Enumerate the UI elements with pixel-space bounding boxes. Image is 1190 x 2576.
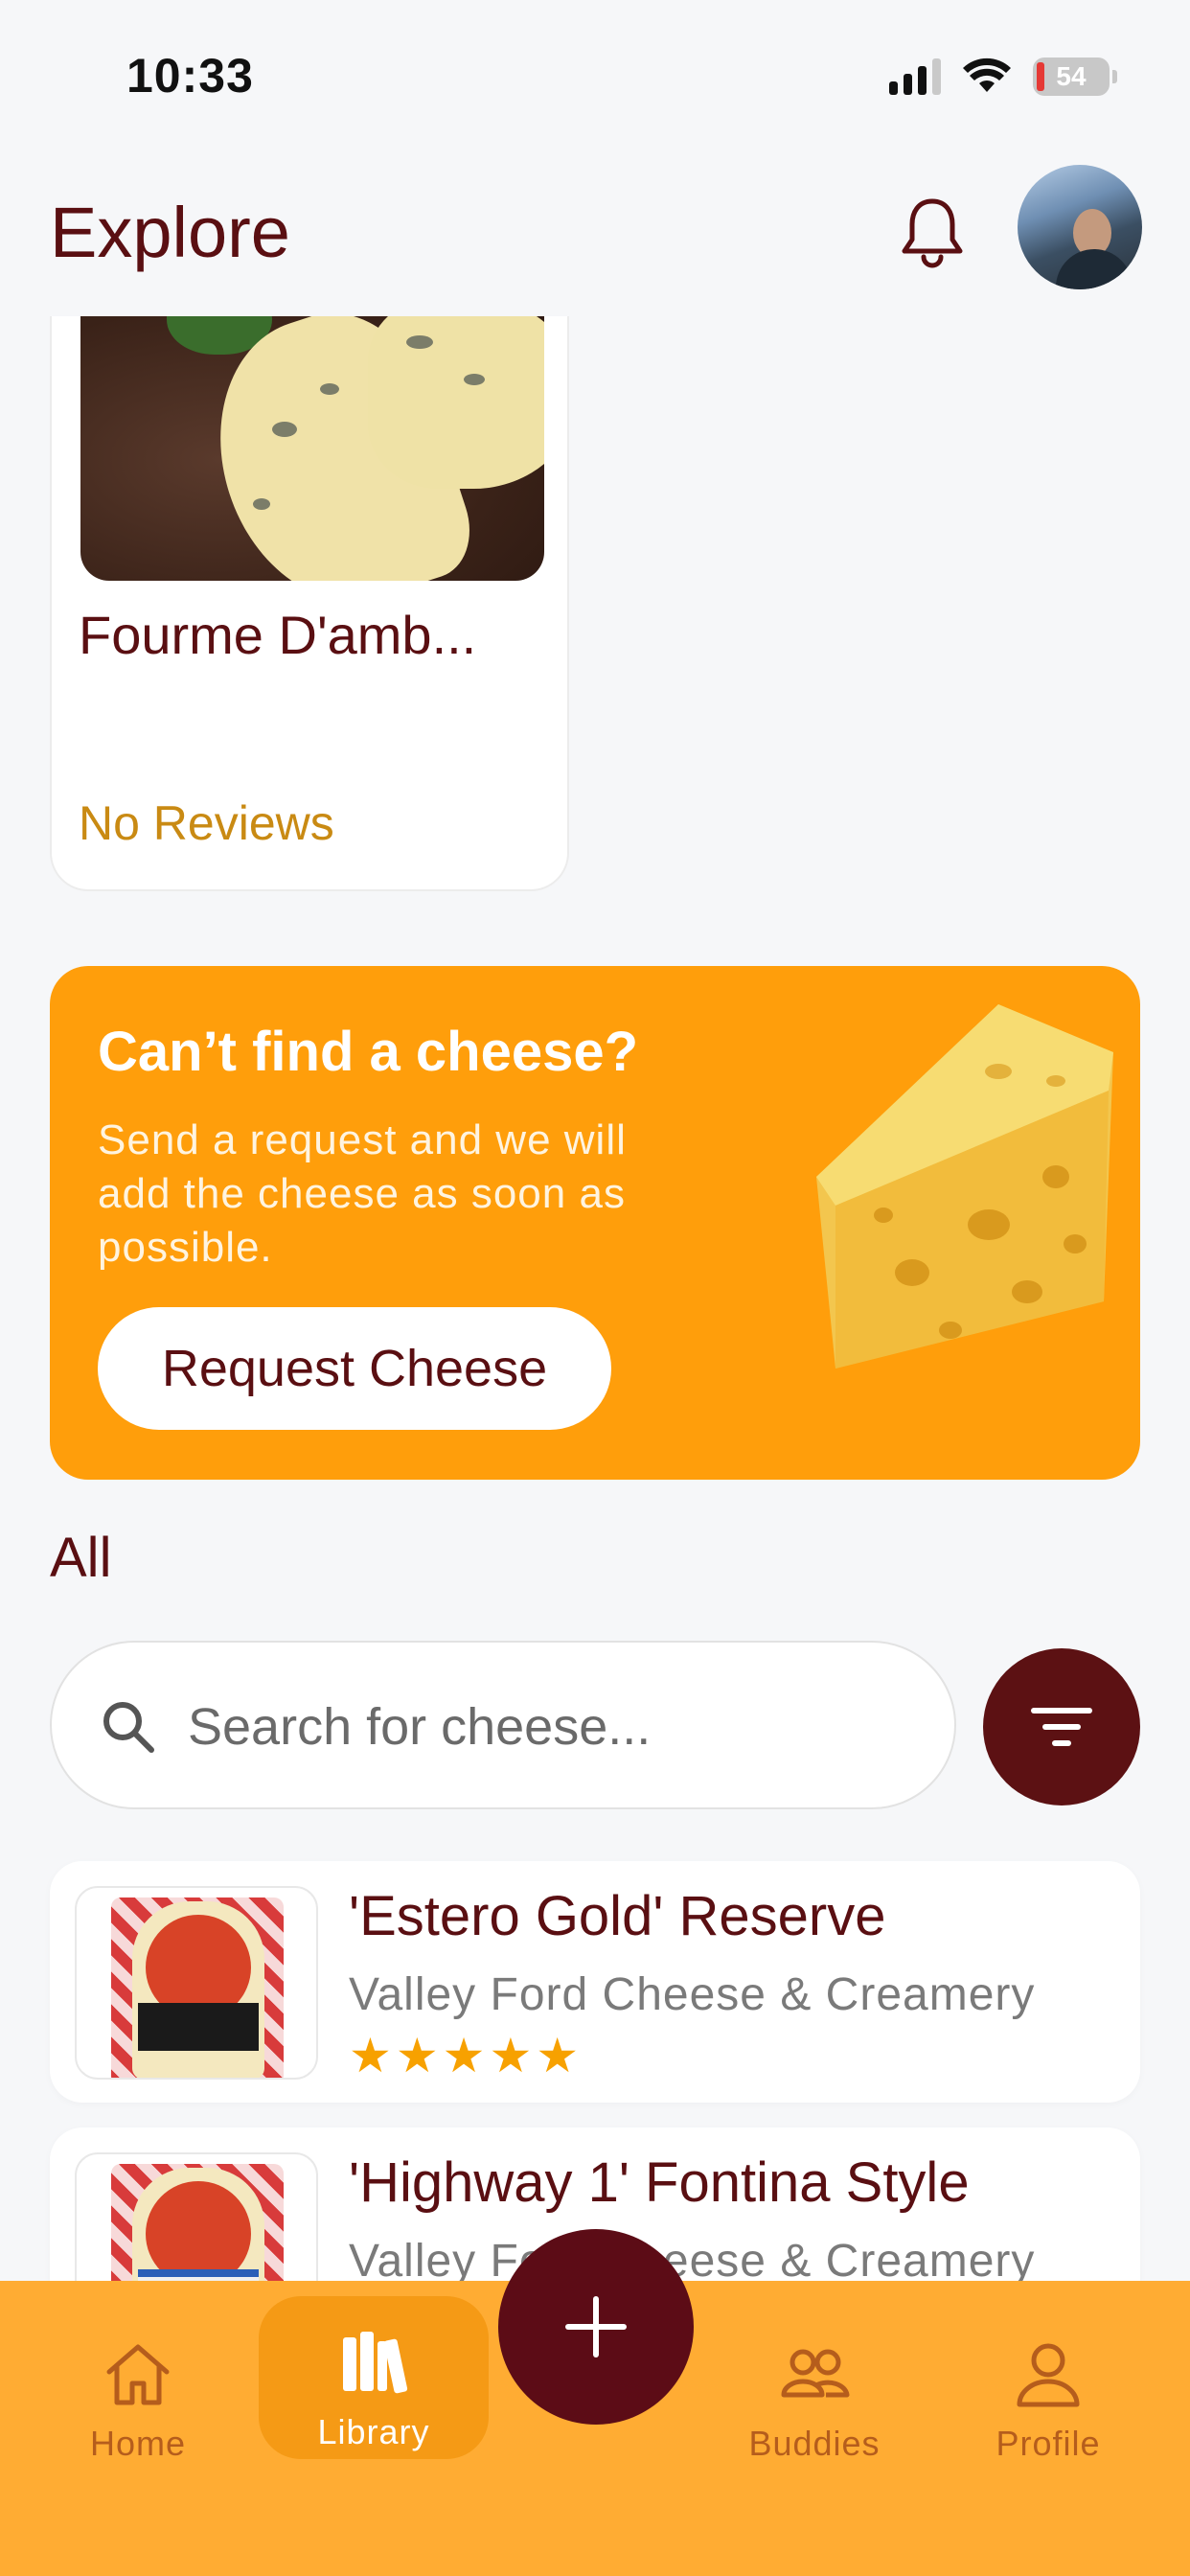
search-icon: [103, 1702, 154, 1753]
battery-level: 54: [1056, 61, 1087, 91]
list-item[interactable]: 'Estero Gold' Reserve Valley Ford Cheese…: [50, 1861, 1140, 2103]
filter-button[interactable]: [983, 1648, 1140, 1806]
cheese-thumbnail: [75, 2152, 318, 2281]
profile-icon: [1017, 2343, 1080, 2407]
cheese-maker: Valley Ford Cheese & Creamery: [349, 2236, 1036, 2281]
request-cheese-banner: Can’t find a cheese? Send a request and …: [50, 966, 1140, 1480]
cheese-maker: Valley Ford Cheese & Creamery: [349, 1969, 1036, 2020]
cellular-signal-icon: [889, 58, 941, 95]
cheese-name: 'Highway 1' Fontina Style: [349, 2151, 970, 2214]
nav-library-label: Library: [317, 2412, 430, 2451]
promo-title: Can’t find a cheese?: [98, 1021, 639, 1083]
section-title: All: [50, 1527, 112, 1589]
status-time: 10:33: [126, 49, 254, 103]
request-cheese-button[interactable]: Request Cheese: [98, 1307, 611, 1430]
home-icon: [106, 2344, 170, 2405]
plus-icon: [565, 2296, 627, 2358]
search-input[interactable]: [188, 1681, 916, 1773]
wifi-icon: [963, 58, 1011, 92]
card-title: Fourme D'amb...: [79, 605, 477, 665]
search-bar[interactable]: [50, 1641, 956, 1809]
cheese-wedge-icon: [816, 1004, 1113, 1368]
promo-text: Send a request and we will add the chees…: [98, 1116, 627, 1271]
status-bar: 10:33 54: [0, 0, 1190, 153]
cheese-name: 'Estero Gold' Reserve: [349, 1885, 886, 1947]
header: Explore: [0, 153, 1190, 316]
rating-stars: ★★★★★: [349, 2029, 584, 2082]
scroll-content[interactable]: Fourme D'amb... No Reviews Can’t find a …: [0, 316, 1190, 2281]
nav-library[interactable]: Library: [259, 2296, 489, 2459]
battery-icon: 54: [1033, 58, 1117, 96]
nav-home-label: Home: [89, 2424, 187, 2463]
add-button[interactable]: [498, 2229, 694, 2425]
nav-profile-label: Profile: [995, 2424, 1101, 2463]
avatar[interactable]: [1018, 165, 1142, 289]
filter-icon: [1031, 1708, 1092, 1746]
nav-profile[interactable]: Profile: [952, 2319, 1144, 2482]
featured-cheese-card[interactable]: Fourme D'amb... No Reviews: [50, 316, 569, 891]
bell-icon[interactable]: [899, 194, 966, 270]
nav-buddies[interactable]: Buddies: [719, 2319, 910, 2482]
cheese-thumbnail: [75, 1886, 318, 2080]
nav-home[interactable]: Home: [42, 2319, 234, 2482]
card-reviews: No Reviews: [79, 796, 334, 850]
nav-buddies-label: Buddies: [748, 2424, 881, 2463]
cheese-photo: [80, 316, 544, 581]
buddies-icon: [781, 2349, 850, 2398]
status-icons: 54: [889, 58, 1117, 96]
page-title: Explore: [50, 193, 290, 272]
library-icon: [343, 2332, 408, 2394]
